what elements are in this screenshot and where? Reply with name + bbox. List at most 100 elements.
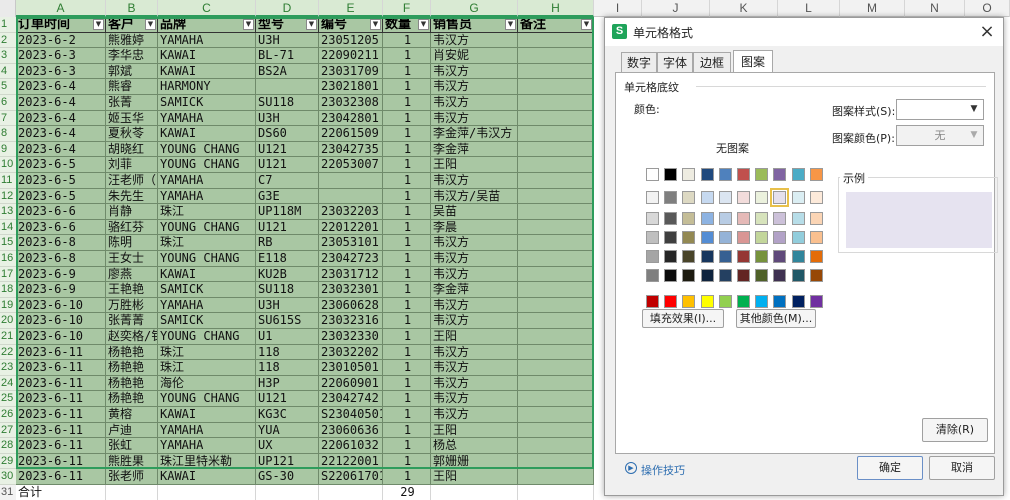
row-header-30[interactable]: 30 (0, 469, 16, 485)
cell-remark[interactable] (518, 173, 594, 189)
color-swatch[interactable] (737, 295, 750, 308)
cell-salesperson[interactable]: 王阳 (431, 329, 518, 345)
cell-order-time[interactable]: 2023-6-3 (16, 63, 106, 80)
color-swatch[interactable] (737, 212, 750, 225)
cell-brand[interactable]: SAMICK (158, 95, 256, 111)
cell-serial[interactable]: 22060901 (319, 375, 383, 392)
cell-salesperson[interactable]: 韦汉方 (431, 235, 518, 251)
color-swatch[interactable] (700, 191, 714, 204)
cell-salesperson[interactable]: 韦汉方 (431, 344, 518, 361)
cell-customer[interactable]: 夏秋苓 (106, 126, 158, 142)
cell-brand[interactable]: YOUNG CHANG (158, 219, 256, 236)
header-cell-quantity[interactable]: 数量 ▼ (383, 17, 431, 33)
cell-brand[interactable]: YAMAHA (158, 110, 256, 127)
color-swatch[interactable] (664, 168, 678, 181)
cell-brand[interactable]: KAWAI (158, 126, 256, 142)
column-header-i[interactable]: I (594, 0, 642, 17)
cell-serial[interactable]: 23042723 (319, 251, 383, 267)
cell-customer[interactable]: 熊胜果 (106, 453, 158, 470)
header-cell-remark[interactable]: 备注 ▼ (518, 17, 594, 33)
total-cell-order-time[interactable]: 合计 (16, 485, 106, 500)
cell-order-time[interactable]: 2023-6-6 (16, 219, 106, 236)
cell-serial[interactable]: 23032330 (319, 329, 383, 345)
cell-quantity[interactable]: 1 (383, 407, 431, 423)
cell-remark[interactable] (518, 344, 594, 361)
cell-salesperson[interactable]: 李金萍/韦汉方 (431, 126, 518, 142)
cell-quantity[interactable]: 1 (383, 32, 431, 49)
cell-brand[interactable]: 珠江 (158, 344, 256, 361)
tab-number[interactable]: 数字 (621, 52, 657, 73)
cell-quantity[interactable]: 1 (383, 282, 431, 298)
cell-quantity[interactable]: 1 (383, 329, 431, 345)
cell-remark[interactable] (518, 360, 594, 376)
color-swatch[interactable] (755, 168, 769, 181)
cell-serial[interactable]: 23042742 (319, 391, 383, 407)
cell-serial[interactable]: S22061701 (319, 469, 383, 485)
dialog-title-bar[interactable]: S 单元格格式 × (605, 18, 1003, 46)
cell-customer[interactable]: 郭斌 (106, 63, 158, 80)
cell-remark[interactable] (518, 375, 594, 392)
cell-model[interactable]: DS60 (256, 126, 319, 142)
cell-remark[interactable] (518, 235, 594, 251)
cell-remark[interactable] (518, 95, 594, 111)
cell-order-time[interactable]: 2023-6-2 (16, 32, 106, 49)
cell-model[interactable]: SU118 (256, 95, 319, 111)
row-header-11[interactable]: 11 (0, 173, 16, 189)
cell-model[interactable]: GS-30 (256, 469, 319, 485)
cell-order-time[interactable]: 2023-6-9 (16, 266, 106, 283)
color-swatch[interactable] (809, 231, 823, 244)
cell-order-time[interactable]: 2023-6-4 (16, 110, 106, 127)
cell-order-time[interactable]: 2023-6-11 (16, 391, 106, 407)
cell-quantity[interactable]: 1 (383, 453, 431, 470)
cell-customer[interactable]: 熊睿 (106, 79, 158, 95)
cell-brand[interactable]: KAWAI (158, 407, 256, 423)
cell-customer[interactable]: 张菁菁 (106, 313, 158, 329)
color-swatch[interactable] (646, 295, 659, 308)
row-header-7[interactable]: 7 (0, 110, 16, 127)
cell-quantity[interactable]: 1 (383, 251, 431, 267)
color-swatch[interactable] (770, 188, 790, 207)
cell-model[interactable]: U121 (256, 219, 319, 236)
cell-serial[interactable]: 22090211 (319, 48, 383, 64)
row-header-2[interactable]: 2 (0, 32, 16, 49)
cell-quantity[interactable]: 1 (383, 48, 431, 64)
cell-model[interactable]: E118 (256, 251, 319, 267)
cell-brand[interactable]: YOUNG CHANG (158, 157, 256, 173)
color-swatch[interactable] (773, 168, 787, 181)
cell-quantity[interactable]: 1 (383, 173, 431, 189)
cell-salesperson[interactable]: 李金萍 (431, 141, 518, 158)
cell-brand[interactable]: YOUNG CHANG (158, 141, 256, 158)
color-swatch[interactable] (682, 231, 696, 244)
filter-dropdown-icon[interactable]: ▼ (505, 19, 516, 30)
cell-remark[interactable] (518, 251, 594, 267)
cell-customer[interactable]: 黄榕 (106, 407, 158, 423)
cell-serial[interactable]: 23051205 (319, 32, 383, 49)
cell-brand[interactable]: 珠江 (158, 235, 256, 251)
cell-order-time[interactable]: 2023-6-10 (16, 329, 106, 345)
color-swatch[interactable] (791, 191, 805, 204)
cell-quantity[interactable]: 1 (383, 297, 431, 314)
cell-serial[interactable] (319, 188, 383, 205)
cell-salesperson[interactable]: 吴苗 (431, 204, 518, 220)
row-header-29[interactable]: 29 (0, 453, 16, 470)
color-swatch[interactable] (700, 295, 714, 308)
cell-customer[interactable]: 王艳艳 (106, 282, 158, 298)
cell-salesperson[interactable]: 韦汉方 (431, 407, 518, 423)
cell-serial[interactable] (319, 173, 383, 189)
row-header-21[interactable]: 21 (0, 329, 16, 345)
header-cell-customer[interactable]: 客户 ▼ (106, 17, 158, 33)
cell-remark[interactable] (518, 266, 594, 283)
cell-model[interactable]: U121 (256, 157, 319, 173)
cell-model[interactable]: H3P (256, 375, 319, 392)
total-cell-model[interactable] (256, 485, 319, 500)
row-header-26[interactable]: 26 (0, 407, 16, 423)
cell-customer[interactable]: 李华忠 (106, 48, 158, 64)
cell-brand[interactable]: YAMAHA (158, 173, 256, 189)
color-swatch[interactable] (737, 250, 750, 263)
color-swatch[interactable] (718, 168, 732, 181)
color-swatch[interactable] (682, 191, 696, 204)
row-header-1[interactable]: 1 (0, 17, 16, 33)
cell-remark[interactable] (518, 126, 594, 142)
color-swatch[interactable] (809, 250, 823, 263)
color-swatch[interactable] (791, 250, 805, 263)
